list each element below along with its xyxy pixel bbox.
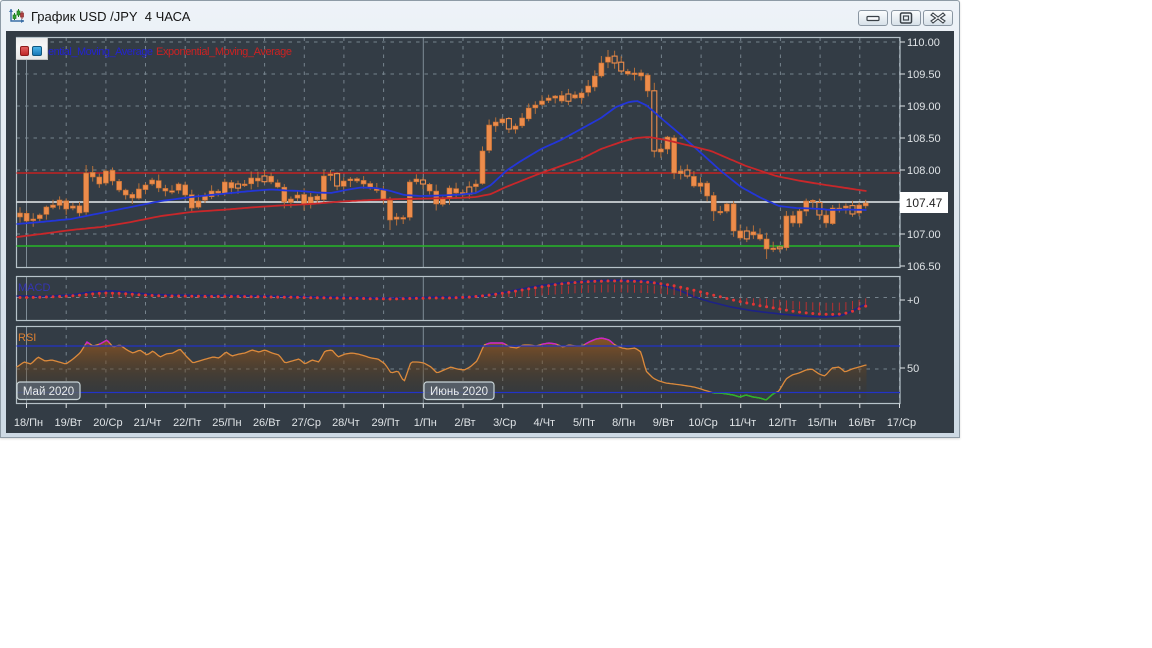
svg-text:11/Чт: 11/Чт bbox=[729, 417, 756, 429]
svg-text:2/Вт: 2/Вт bbox=[454, 417, 475, 429]
svg-text:19/Вт: 19/Вт bbox=[55, 417, 82, 429]
svg-text:ential_Moving_Average: ential_Moving_Average bbox=[48, 46, 153, 58]
svg-text:107.47: 107.47 bbox=[906, 196, 943, 210]
svg-text:107.00: 107.00 bbox=[907, 229, 941, 241]
svg-text:17/Ср: 17/Ср bbox=[887, 417, 916, 429]
svg-text:5/Пт: 5/Пт bbox=[573, 417, 595, 429]
svg-text:50: 50 bbox=[907, 363, 919, 375]
svg-text:106.50: 106.50 bbox=[907, 261, 941, 273]
svg-text:109.50: 109.50 bbox=[907, 69, 941, 81]
svg-text:Exponential_Moving_Average: Exponential_Moving_Average bbox=[156, 46, 292, 58]
svg-text:3/Ср: 3/Ср bbox=[493, 417, 516, 429]
svg-text:16/Вт: 16/Вт bbox=[848, 417, 875, 429]
svg-text:109.00: 109.00 bbox=[907, 101, 941, 113]
svg-text:MACD: MACD bbox=[18, 282, 50, 294]
svg-text:110.00: 110.00 bbox=[907, 37, 940, 49]
svg-text:9/Вт: 9/Вт bbox=[653, 417, 674, 429]
svg-text:+0: +0 bbox=[907, 295, 920, 307]
svg-text:1/Пн: 1/Пн bbox=[414, 417, 437, 429]
svg-text:20/Ср: 20/Ср bbox=[93, 417, 122, 429]
svg-text:21/Чт: 21/Чт bbox=[134, 417, 162, 429]
svg-text:10/Ср: 10/Ср bbox=[688, 417, 717, 429]
svg-text:12/Пт: 12/Пт bbox=[768, 417, 796, 429]
svg-text:26/Вт: 26/Вт bbox=[253, 417, 280, 429]
svg-text:Июнь 2020: Июнь 2020 bbox=[430, 386, 488, 398]
svg-text:28/Чт: 28/Чт bbox=[332, 417, 360, 429]
svg-text:18/Пн: 18/Пн bbox=[14, 417, 43, 429]
svg-text:15/Пн: 15/Пн bbox=[807, 417, 836, 429]
svg-text:27/Ср: 27/Ср bbox=[292, 417, 321, 429]
svg-text:22/Пт: 22/Пт bbox=[173, 417, 201, 429]
svg-text:Май 2020: Май 2020 bbox=[23, 386, 74, 398]
svg-text:108.00: 108.00 bbox=[907, 165, 941, 177]
svg-text:25/Пн: 25/Пн bbox=[212, 417, 241, 429]
svg-text:4/Чт: 4/Чт bbox=[534, 417, 556, 429]
svg-text:108.50: 108.50 bbox=[907, 133, 941, 145]
svg-text:8/Пн: 8/Пн bbox=[612, 417, 635, 429]
svg-text:RSI: RSI bbox=[18, 332, 36, 344]
svg-text:29/Пт: 29/Пт bbox=[371, 417, 399, 429]
